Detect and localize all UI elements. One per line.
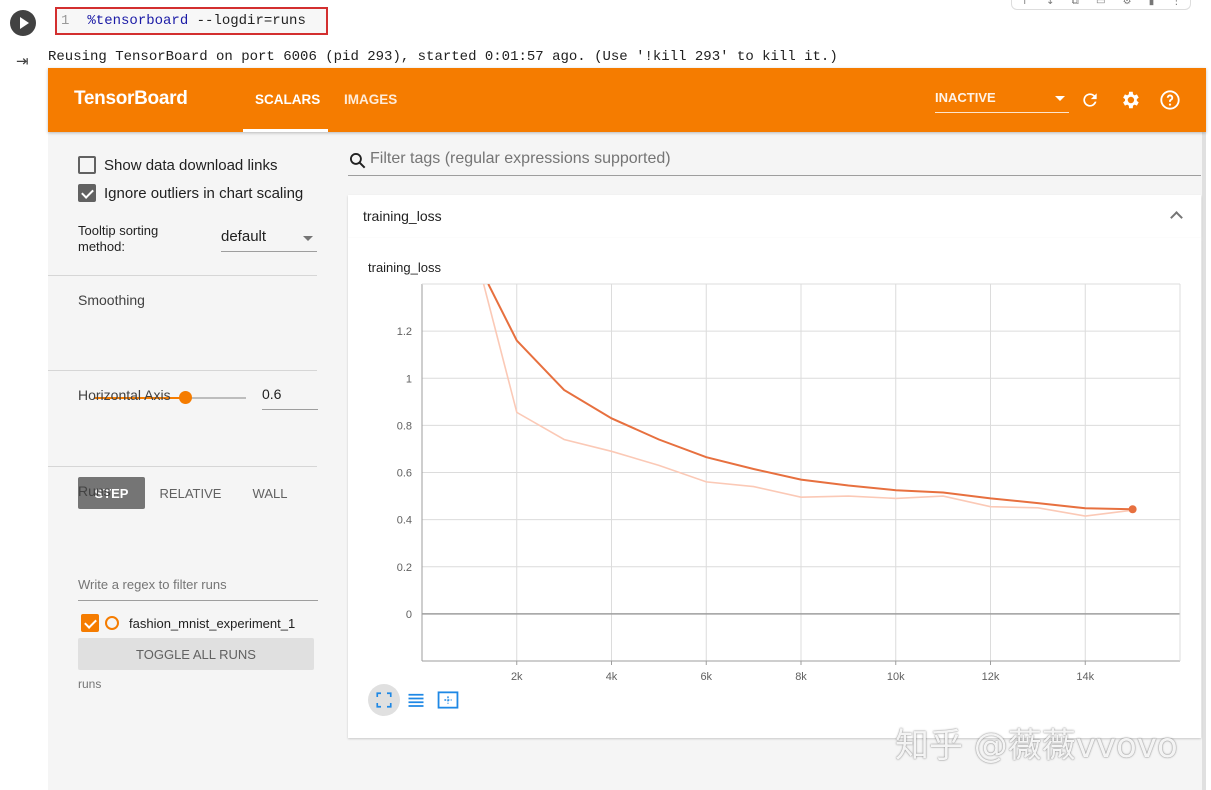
runs-footer: runs: [78, 677, 102, 691]
loss-chart[interactable]: 2k 4k 6k 8k 10k 12k 14k 0 0.2 0.4 0.6 0.8 1 1.2: [348, 238, 1201, 738]
y-tick-label: 0.4: [397, 515, 412, 527]
link-icon[interactable]: ⧉: [1072, 0, 1079, 7]
delete-icon[interactable]: ▮: [1149, 0, 1155, 7]
search-icon: [350, 153, 366, 169]
chevron-down-icon: [303, 236, 313, 241]
tag-filter-input[interactable]: Filter tags (regular expressions support…: [348, 150, 1201, 176]
axis-wall-button[interactable]: WALL: [244, 477, 296, 509]
run-item[interactable]: fashion_mnist_experiment_1: [81, 614, 295, 632]
main-panel: Filter tags (regular expressions support…: [348, 132, 1202, 790]
x-tick-label: 10k: [887, 671, 905, 683]
cell-toolbar: ↑ ↓ ⧉ ▭ ⚙ ▮ ⋮: [1011, 0, 1191, 10]
show-download-links-option[interactable]: Show data download links: [78, 156, 277, 174]
y-tick-label: 0: [406, 609, 412, 621]
tooltip-sorting-value: default: [221, 228, 267, 245]
y-tick-label: 1.2: [397, 326, 412, 338]
plugin-select-value: INACTIVE: [935, 90, 996, 105]
watermark: 知乎 @薇薇vvovo: [895, 726, 1178, 766]
comment-icon[interactable]: ▭: [1096, 0, 1105, 7]
code-args: --logdir=runs: [188, 13, 306, 29]
tab-images[interactable]: IMAGES: [344, 92, 397, 107]
top-toolbar: TensorBoard SCALARS IMAGES INACTIVE: [48, 68, 1206, 132]
chart-tools: [368, 684, 464, 716]
run-name: fashion_mnist_experiment_1: [129, 615, 296, 631]
refresh-icon[interactable]: [1078, 88, 1102, 112]
cell-output-text: Reusing TensorBoard on port 6006 (pid 29…: [48, 49, 838, 65]
axis-relative-button[interactable]: RELATIVE: [155, 477, 226, 509]
last-point-marker: [1128, 505, 1137, 514]
chevron-down-icon: [1055, 96, 1065, 101]
smoothed-series-line: [487, 284, 1133, 511]
toggle-all-runs-button[interactable]: TOGGLE ALL RUNS: [78, 638, 314, 670]
tag-group-header[interactable]: training_loss: [348, 195, 1201, 238]
sidebar-divider: [48, 370, 317, 371]
chevron-up-icon[interactable]: [1170, 211, 1183, 224]
x-tick-label: 14k: [1076, 671, 1094, 683]
brand-title: TensorBoard: [74, 88, 188, 109]
help-icon[interactable]: [1158, 88, 1182, 112]
run-cell-button[interactable]: [10, 10, 36, 36]
y-tick-label: 0.2: [397, 562, 412, 574]
ignore-outliers-option[interactable]: Ignore outliers in chart scaling: [78, 184, 303, 202]
run-color-swatch[interactable]: [105, 616, 119, 630]
show-download-links-checkbox[interactable]: [78, 156, 96, 174]
settings-icon[interactable]: ⚙: [1123, 0, 1132, 7]
tooltip-sorting-label: Tooltip sorting method:: [78, 223, 159, 254]
plugin-select[interactable]: INACTIVE: [935, 90, 1069, 113]
x-tick-label: 8k: [795, 671, 807, 683]
chart-title: training_loss: [368, 260, 441, 275]
runs-filter-input[interactable]: Write a regex to filter runs: [78, 577, 318, 601]
x-tick-label: 6k: [700, 671, 712, 683]
runs-title: Runs: [78, 483, 111, 499]
y-tick-label: 0.6: [397, 468, 412, 480]
log-scale-icon[interactable]: [400, 684, 432, 716]
code-magic: %tensorboard: [87, 13, 189, 29]
x-tick-label: 4k: [606, 671, 618, 683]
line-number: 1: [61, 13, 70, 29]
tag-group-title: training_loss: [363, 208, 442, 224]
tensorboard-frame: TensorBoard SCALARS IMAGES INACTIVE Show…: [48, 68, 1206, 790]
more-icon[interactable]: ⋮: [1171, 0, 1181, 7]
chart-card: 2k 4k 6k 8k 10k 12k 14k 0 0.2 0.4 0.6 0.8 1 1.2 train…: [348, 238, 1201, 738]
gear-icon[interactable]: [1118, 88, 1142, 112]
y-tick-label: 1: [406, 373, 412, 385]
x-tick-label: 12k: [982, 671, 1000, 683]
smoothing-title: Smoothing: [78, 292, 145, 308]
run-checkbox[interactable]: [81, 614, 99, 632]
move-down-icon[interactable]: ↓: [1046, 0, 1054, 7]
ignore-outliers-label: Ignore outliers in chart scaling: [104, 184, 304, 202]
fit-data-icon[interactable]: [432, 684, 464, 716]
sidebar-divider: [48, 466, 317, 467]
fit-domain-icon[interactable]: [368, 684, 400, 716]
sidebar: Show data download links Ignore outliers…: [48, 132, 338, 790]
tag-filter-placeholder: Filter tags (regular expressions support…: [370, 150, 671, 167]
sidebar-divider: [48, 275, 317, 276]
smoothing-input[interactable]: 0.6: [262, 386, 318, 410]
cell-gutter: [0, 0, 48, 790]
tooltip-sorting-select[interactable]: default: [221, 228, 317, 252]
x-tick-label: 2k: [511, 671, 523, 683]
ignore-outliers-checkbox[interactable]: [78, 184, 96, 202]
show-download-links-label: Show data download links: [104, 156, 278, 174]
move-up-icon[interactable]: ↑: [1021, 0, 1029, 7]
code-cell[interactable]: 1 %tensorboard --logdir=runs: [55, 7, 328, 35]
horizontal-axis-title: Horizontal Axis: [78, 387, 171, 403]
y-tick-label: 0.8: [397, 420, 412, 432]
output-icon: ⇥: [16, 52, 29, 70]
smoothing-slider-thumb[interactable]: [179, 391, 193, 404]
tab-scalars[interactable]: SCALARS: [255, 92, 320, 107]
